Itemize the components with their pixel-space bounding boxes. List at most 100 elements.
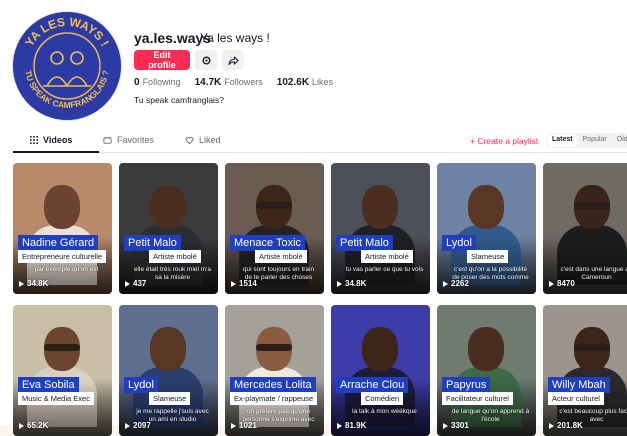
tab-label: Videos — [43, 135, 73, 145]
speaker-role: Ex-playmate / rappeuse — [230, 392, 318, 405]
view-count-value: 2097 — [133, 421, 151, 430]
bio: Tu speak camfranglais? — [134, 95, 224, 105]
speaker-name: Willy Mbah — [548, 377, 610, 393]
thumbnail-head — [150, 327, 186, 371]
speaker-role: Entrepreneure culturelle — [18, 250, 107, 263]
speaker-name: Petit Malo — [124, 235, 181, 251]
speaker-role: Artiste mbolé — [149, 250, 201, 263]
sort-oldest[interactable]: Oldest — [612, 133, 627, 148]
share-button[interactable] — [222, 50, 244, 70]
view-count: 1021 — [231, 421, 257, 430]
thumbnail-head — [362, 327, 398, 371]
play-icon — [443, 422, 448, 429]
view-count-value: 65.2K — [27, 421, 49, 430]
speaker-name: Lydol — [124, 377, 158, 393]
view-count-value: 34.8K — [27, 279, 49, 288]
tab-videos[interactable]: Videos — [30, 135, 72, 145]
speaker-role: Music & Media Exec — [18, 392, 94, 405]
view-count-value: 81.9K — [345, 421, 367, 430]
video-card[interactable]: Arrache Clou Comédien la talk à mon wéékqu… — [331, 305, 430, 436]
speaker-role: Slameuse — [467, 250, 509, 263]
tab-liked[interactable]: Liked — [185, 135, 221, 145]
video-card[interactable]: Menace Toxic Artiste mbolé qui sont toujou… — [225, 163, 324, 294]
sunglasses-icon — [574, 202, 610, 209]
view-count-value: 1021 — [239, 421, 257, 430]
stat-following[interactable]: 0 Following — [134, 77, 181, 88]
view-count: 2097 — [125, 421, 151, 430]
view-count: 201.8K — [549, 421, 583, 430]
thumbnail-head — [150, 185, 186, 229]
view-count: 34.8K — [337, 279, 366, 288]
view-count: 81.9K — [337, 421, 366, 430]
video-card[interactable]: Lydol Slameuse je me rappelle j'suis avec … — [119, 305, 218, 436]
sunglasses-icon — [574, 344, 610, 351]
play-icon — [549, 280, 554, 287]
sunglasses-icon — [44, 344, 80, 351]
play-icon — [337, 422, 342, 429]
video-card[interactable]: Willy Mbah Acteur culturel c'est beaucoup … — [543, 305, 627, 436]
stat-followers[interactable]: 14.7K Followers — [195, 77, 263, 88]
view-count-value: 3301 — [451, 421, 469, 430]
share-icon — [227, 55, 239, 65]
play-icon — [443, 280, 448, 287]
avatar[interactable]: YA LES WAYS ! TU SPEAK CAMFRANGLAIS ? — [13, 12, 121, 120]
settings-button[interactable] — [195, 50, 217, 70]
video-subtitle: par exemple qu'on est — [34, 266, 99, 273]
profile-stats: 0 Following 14.7K Followers 102.6K Likes — [134, 77, 333, 88]
speaker-name: Petit Malo — [336, 235, 393, 251]
edit-profile-button[interactable]: Edit profile — [134, 50, 190, 70]
video-card[interactable]: Petit Malo Artiste mbolé tu vas parler ce … — [331, 163, 430, 294]
heart-icon — [185, 136, 194, 144]
play-icon — [125, 422, 130, 429]
speaker-name: Papyrus — [442, 377, 491, 393]
tab-label: Liked — [199, 135, 221, 145]
thumbnail-head — [468, 327, 504, 371]
create-playlist-link[interactable]: + Create a playlist — [470, 136, 538, 146]
video-card[interactable]: Petit Malo Artiste mbolé elle était très r… — [119, 163, 218, 294]
video-card[interactable]: Mercedes Lolita Ex-playmate / rappeuse on … — [225, 305, 324, 436]
sort-toggle: Latest Popular Oldest — [547, 133, 627, 148]
play-icon — [231, 280, 236, 287]
speaker-name: Arrache Clou — [336, 377, 409, 393]
video-card[interactable]: Eva Sobila Music & Media Exec 65.2K — [13, 305, 112, 436]
play-icon — [337, 280, 342, 287]
avatar-logo: YA LES WAYS ! TU SPEAK CAMFRANGLAIS ? — [13, 12, 121, 120]
view-count-value: 2262 — [451, 279, 469, 288]
sunglasses-icon — [256, 202, 292, 209]
sunglasses-icon — [256, 344, 292, 351]
active-tab-indicator — [13, 151, 99, 153]
speaker-name: Mercedes Lolita — [230, 377, 316, 393]
sort-latest[interactable]: Latest — [548, 134, 577, 147]
gear-icon — [202, 56, 210, 64]
video-subtitle: tu vas parler ce que tu vois — [345, 266, 424, 273]
speaker-name: Lydol — [442, 235, 476, 251]
video-card[interactable]: c'est dans une langue au Cameroun 8470 — [543, 163, 627, 294]
play-icon — [231, 422, 236, 429]
speaker-name: Menace Toxic — [230, 235, 306, 251]
video-card[interactable]: Lydol Slameuse c'est qu'on a la possibilit… — [437, 163, 536, 294]
view-count-value: 34.8K — [345, 279, 367, 288]
video-card[interactable]: Nadine Gérard Entrepreneure culturelle par… — [13, 163, 112, 294]
speaker-role: Artiste mbolé — [361, 250, 413, 263]
view-count: 2262 — [443, 279, 469, 288]
play-icon — [19, 422, 24, 429]
tab-favorites[interactable]: Favorites — [103, 135, 154, 145]
play-icon — [125, 280, 130, 287]
video-subtitle: la talk à mon wéékque — [352, 408, 417, 415]
view-count: 3301 — [443, 421, 469, 430]
sort-popular[interactable]: Popular — [578, 133, 612, 148]
view-count-value: 8470 — [557, 279, 575, 288]
speaker-name: Nadine Gérard — [18, 235, 99, 251]
view-count-value: 201.8K — [557, 421, 583, 430]
thumbnail-head — [468, 185, 504, 229]
play-icon — [549, 422, 554, 429]
stat-likes: 102.6K Likes — [276, 77, 334, 88]
nickname: Ya les ways ! — [200, 31, 270, 45]
video-card[interactable]: Papyrus Facilitateur culturel de langue qu… — [437, 305, 536, 436]
thumbnail-head — [362, 185, 398, 229]
speaker-role: Slameuse — [149, 392, 191, 405]
speaker-role: Acteur culturel — [548, 392, 604, 405]
view-count-value: 1514 — [239, 279, 257, 288]
profile-page: YA LES WAYS ! TU SPEAK CAMFRANGLAIS ? ya… — [0, 0, 627, 436]
thumbnail-head — [44, 185, 80, 229]
